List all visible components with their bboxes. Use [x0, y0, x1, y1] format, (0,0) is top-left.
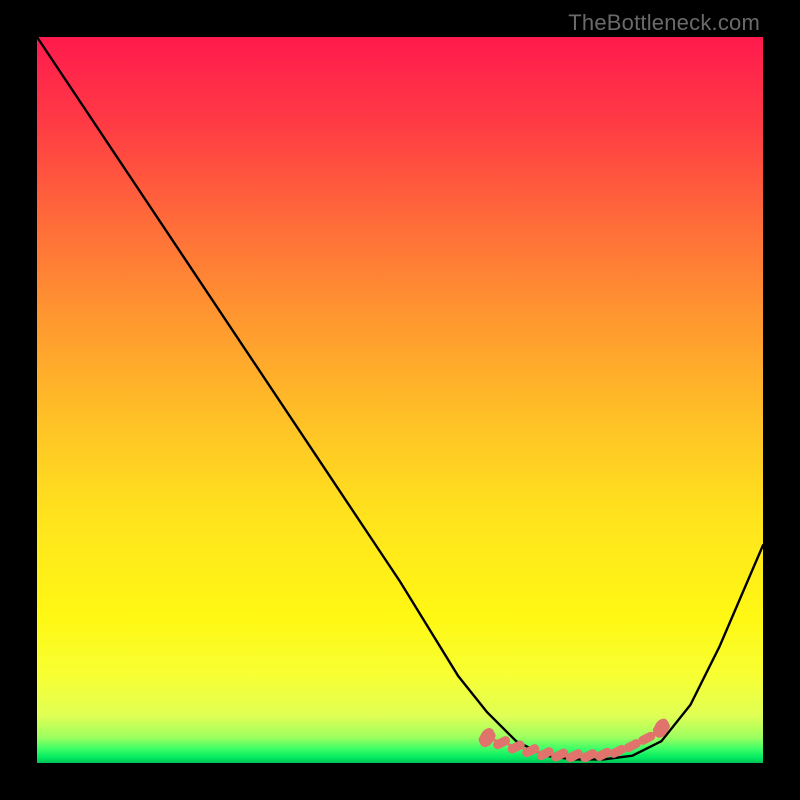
chart-svg	[37, 37, 763, 763]
plot-area	[37, 37, 763, 763]
watermark-text: TheBottleneck.com	[568, 10, 760, 36]
bottleneck-curve	[37, 37, 763, 759]
chart-frame: TheBottleneck.com	[0, 0, 800, 800]
